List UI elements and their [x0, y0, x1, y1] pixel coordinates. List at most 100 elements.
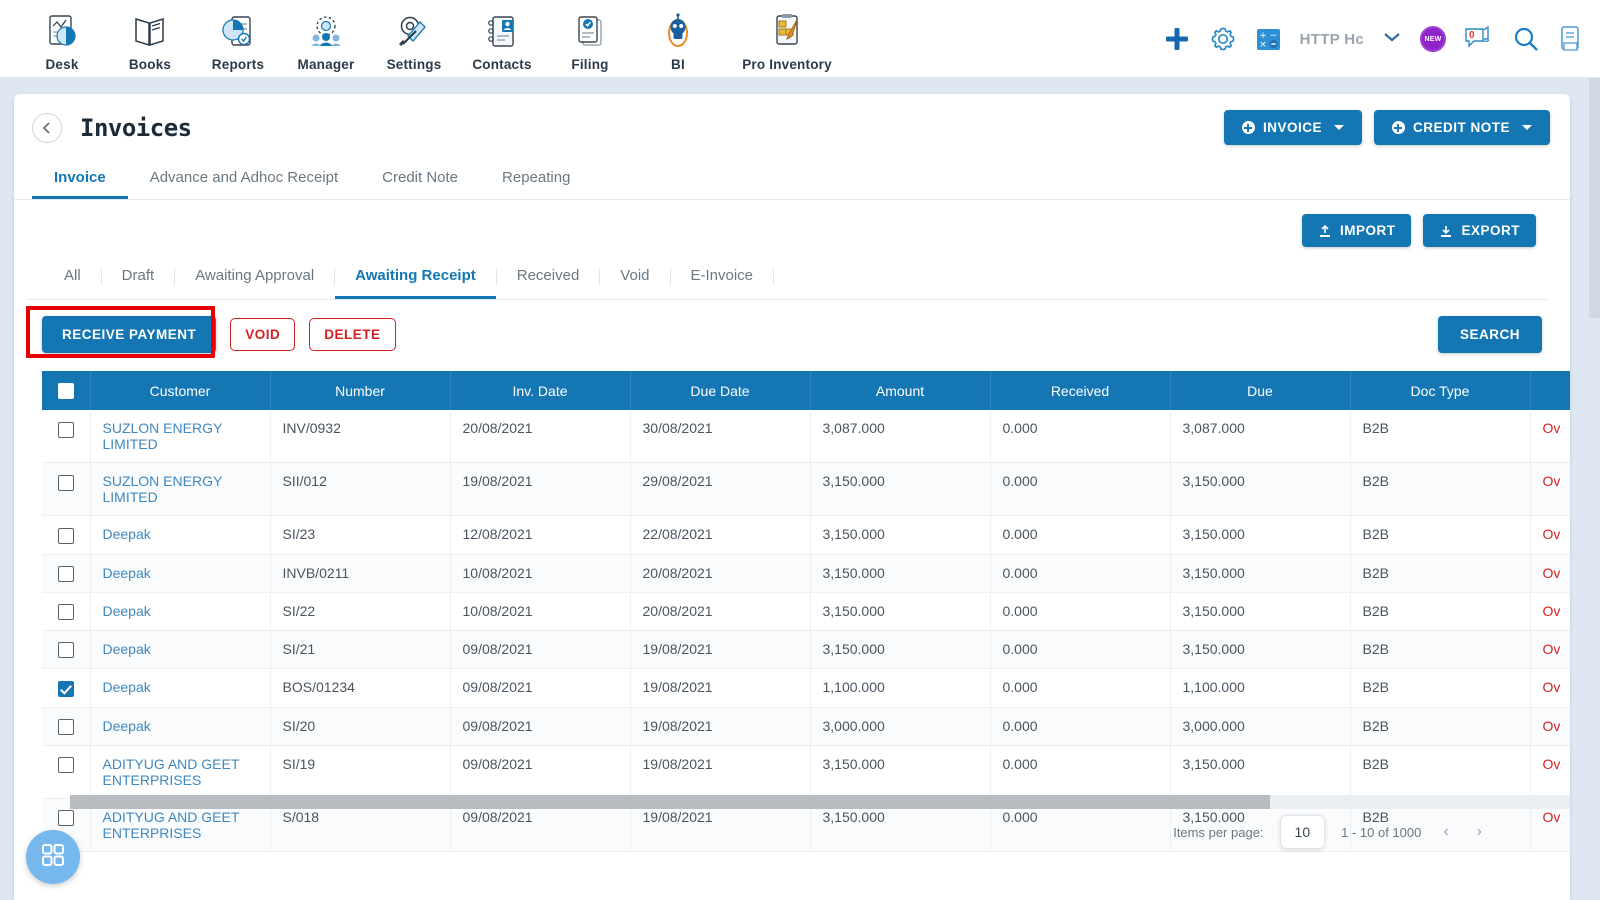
select-all-checkbox[interactable]	[57, 383, 74, 400]
row-checkbox-cell[interactable]	[42, 592, 91, 632]
import-button[interactable]: IMPORT	[1301, 214, 1412, 247]
customer-link[interactable]: ADITYUG AND GEET ENTERPRISES	[103, 809, 240, 841]
table-row[interactable]: Deepak BOS/01234 09/08/2021 19/08/2021 1,100…	[42, 668, 1570, 708]
pro-inventory-icon	[767, 10, 807, 54]
items-per-page-select[interactable]: 10	[1279, 815, 1326, 849]
row-checkbox-cell[interactable]	[42, 462, 91, 517]
tab-invoice[interactable]: Invoice	[32, 159, 128, 199]
horizontal-scrollbar-track[interactable]	[70, 795, 1570, 809]
row-checkbox[interactable]	[57, 757, 74, 774]
nav-item-books[interactable]: Books	[106, 6, 194, 72]
table-row[interactable]: Deepak SI/23 12/08/2021 22/08/2021 3,150.000…	[42, 515, 1570, 555]
chat-bubble-icon[interactable]: 0	[1464, 26, 1494, 52]
books-icon	[130, 10, 170, 54]
vertical-scrollbar[interactable]	[1589, 78, 1600, 318]
table-row[interactable]: ADITYUG AND GEET ENTERPRISES SI/19 09/08/2…	[42, 745, 1570, 800]
column-header-due-date[interactable]: Due Date	[630, 371, 811, 411]
back-chevron-icon[interactable]	[32, 112, 62, 143]
column-header-status[interactable]	[1530, 371, 1570, 411]
export-button[interactable]: EXPORT	[1423, 214, 1536, 247]
new-credit-note-button[interactable]: CREDIT NOTE	[1373, 110, 1550, 145]
customer-link[interactable]: Deepak	[103, 526, 151, 542]
row-checkbox-cell[interactable]	[42, 707, 91, 747]
nav-item-manager[interactable]: Manager	[282, 6, 370, 72]
filter-received[interactable]: Received	[497, 261, 600, 299]
chevron-down-icon	[1522, 125, 1532, 130]
notes-icon[interactable]	[1558, 25, 1584, 53]
column-header-inv-date[interactable]: Inv. Date	[450, 371, 631, 411]
row-checkbox-cell[interactable]	[42, 745, 91, 800]
search-icon[interactable]	[1512, 25, 1540, 53]
cell-number: INVB/0211	[270, 554, 451, 593]
calculator-icon[interactable]: + − ×	[1255, 26, 1282, 53]
table-row[interactable]: Deepak SI/20 09/08/2021 19/08/2021 3,000.000…	[42, 707, 1570, 747]
filter-all[interactable]: All	[44, 261, 101, 299]
search-button[interactable]: SEARCH	[1437, 316, 1542, 353]
nav-item-reports[interactable]: Reports	[194, 6, 282, 72]
filing-docs-icon	[570, 10, 610, 54]
row-checkbox[interactable]	[57, 680, 74, 697]
receive-payment-button[interactable]: RECEIVE PAYMENT	[42, 316, 217, 353]
void-button[interactable]: VOID	[230, 318, 296, 351]
row-checkbox-cell[interactable]	[42, 668, 91, 708]
customer-link[interactable]: Deepak	[103, 603, 151, 619]
filter-draft[interactable]: Draft	[102, 261, 175, 299]
tab-credit-note[interactable]: Credit Note	[360, 159, 480, 199]
customer-link[interactable]: ADITYUG AND GEET ENTERPRISES	[103, 756, 240, 788]
tab-repeating[interactable]: Repeating	[480, 159, 592, 199]
row-checkbox-cell[interactable]	[42, 515, 91, 555]
row-checkbox[interactable]	[57, 474, 74, 491]
table-row[interactable]: SUZLON ENERGY LIMITED SII/012 19/08/2021 29…	[42, 462, 1570, 517]
row-checkbox[interactable]	[57, 810, 74, 827]
filter-e-invoice[interactable]: E-Invoice	[671, 261, 774, 299]
chevron-down-icon[interactable]	[1382, 30, 1402, 49]
customer-link[interactable]: Deepak	[103, 641, 151, 657]
row-checkbox[interactable]	[57, 565, 74, 582]
table-row[interactable]: SUZLON ENERGY LIMITED INV/0932 20/08/2021 3…	[42, 410, 1570, 464]
nav-item-settings[interactable]: Settings	[370, 6, 458, 72]
filter-awaiting-receipt[interactable]: Awaiting Receipt	[335, 261, 496, 299]
chevron-left-icon[interactable]: ‹	[1437, 823, 1454, 841]
horizontal-scrollbar-thumb[interactable]	[70, 795, 1270, 809]
chevron-right-icon[interactable]: ›	[1471, 823, 1488, 841]
gear-icon[interactable]	[1209, 25, 1237, 53]
filter-awaiting-approval[interactable]: Awaiting Approval	[175, 261, 334, 299]
customer-link[interactable]: SUZLON ENERGY LIMITED	[103, 420, 223, 452]
row-checkbox[interactable]	[57, 421, 74, 438]
column-header-received[interactable]: Received	[990, 371, 1171, 411]
nav-item-contacts[interactable]: Contacts	[458, 6, 546, 72]
row-checkbox-cell[interactable]	[42, 630, 91, 670]
row-checkbox[interactable]	[57, 527, 74, 544]
filter-void[interactable]: Void	[600, 261, 669, 299]
apps-grid-fab[interactable]	[26, 830, 80, 884]
tab-advance-adhoc-receipt[interactable]: Advance and Adhoc Receipt	[128, 159, 360, 199]
new-badge[interactable]: NEW	[1420, 26, 1446, 52]
delete-button[interactable]: DELETE	[309, 318, 396, 351]
customer-link[interactable]: Deepak	[103, 565, 151, 581]
table-row[interactable]: Deepak SI/22 10/08/2021 20/08/2021 3,150.000…	[42, 592, 1570, 632]
plus-icon[interactable]	[1163, 25, 1191, 53]
column-header-due[interactable]: Due	[1170, 371, 1351, 411]
customer-link[interactable]: Deepak	[103, 718, 151, 734]
column-header-customer[interactable]: Customer	[90, 371, 271, 411]
table-row[interactable]: Deepak INVB/0211 10/08/2021 20/08/2021 3,150…	[42, 554, 1570, 593]
nav-item-filing[interactable]: Filing	[546, 6, 634, 72]
nav-item-bi[interactable]: BI	[634, 6, 722, 72]
row-checkbox-cell[interactable]	[42, 410, 91, 464]
new-invoice-button[interactable]: INVOICE	[1223, 110, 1362, 145]
row-checkbox[interactable]	[57, 642, 74, 659]
table-row[interactable]: Deepak SI/21 09/08/2021 19/08/2021 3,150.000…	[42, 630, 1570, 670]
column-header-amount[interactable]: Amount	[810, 371, 991, 411]
customer-link[interactable]: SUZLON ENERGY LIMITED	[103, 473, 223, 505]
cell-doc-type: B2B	[1350, 630, 1531, 670]
column-header-number[interactable]: Number	[270, 371, 451, 411]
cell-status: Ov	[1530, 462, 1570, 517]
column-header-doc-type[interactable]: Doc Type	[1350, 371, 1531, 411]
row-checkbox[interactable]	[57, 719, 74, 736]
nav-item-desk[interactable]: Desk	[18, 6, 106, 72]
customer-link[interactable]: Deepak	[103, 679, 151, 695]
row-checkbox-cell[interactable]	[42, 554, 91, 593]
cell-received: 0.000	[990, 554, 1171, 593]
nav-item-pro-inventory[interactable]: Pro Inventory	[722, 6, 852, 72]
row-checkbox[interactable]	[57, 604, 74, 621]
